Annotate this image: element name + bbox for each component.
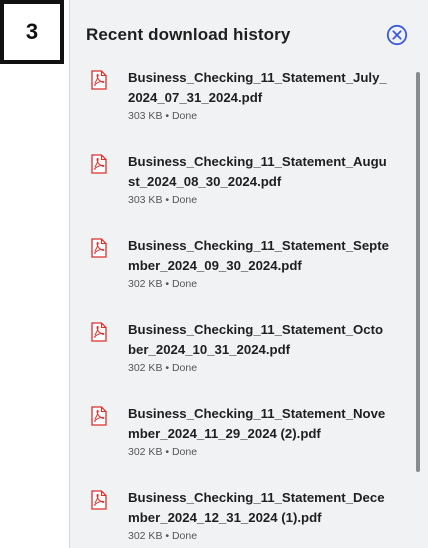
file-name: Business_Checking_11_Statement_August_20… [128, 154, 387, 189]
file-name: Business_Checking_11_Statement_September… [128, 238, 389, 273]
file-meta: 302 KB • Done [128, 362, 198, 374]
pdf-icon [91, 406, 107, 426]
file-name: Business_Checking_11_Statement_November_… [128, 406, 386, 441]
pdf-icon [91, 238, 107, 258]
close-circle-icon [386, 24, 408, 46]
download-item[interactable]: Business_Checking_11_Statement_September… [85, 236, 410, 306]
file-meta: 303 KB • Done [128, 110, 198, 122]
download-item[interactable]: Business_Checking_11_Statement_October_2… [85, 320, 410, 390]
screenshot-frame: 3 Recent download history Business_Check… [0, 0, 428, 548]
file-name: Business_Checking_11_Statement_December_… [128, 490, 385, 525]
download-item[interactable]: Business_Checking_11_Statement_November_… [85, 404, 410, 474]
download-item[interactable]: Business_Checking_11_Statement_July_2024… [85, 68, 410, 138]
file-meta: 303 KB • Done [128, 194, 198, 206]
pdf-icon [91, 154, 107, 174]
pdf-icon [91, 322, 107, 342]
pdf-icon [91, 490, 107, 510]
pdf-icon [91, 70, 107, 90]
file-name: Business_Checking_11_Statement_October_2… [128, 322, 384, 357]
step-number-badge: 3 [0, 0, 64, 64]
file-meta: 302 KB • Done [128, 278, 198, 290]
file-meta: 302 KB • Done [128, 446, 198, 458]
file-name: Business_Checking_11_Statement_July_2024… [128, 70, 387, 105]
panel-title: Recent download history [86, 25, 291, 44]
scrollbar-thumb[interactable] [416, 72, 420, 472]
download-item[interactable]: Business_Checking_11_Statement_August_20… [85, 152, 410, 222]
file-meta: 302 KB • Done [128, 530, 198, 542]
close-button[interactable] [386, 24, 408, 46]
download-item[interactable]: Business_Checking_11_Statement_December_… [85, 488, 410, 548]
